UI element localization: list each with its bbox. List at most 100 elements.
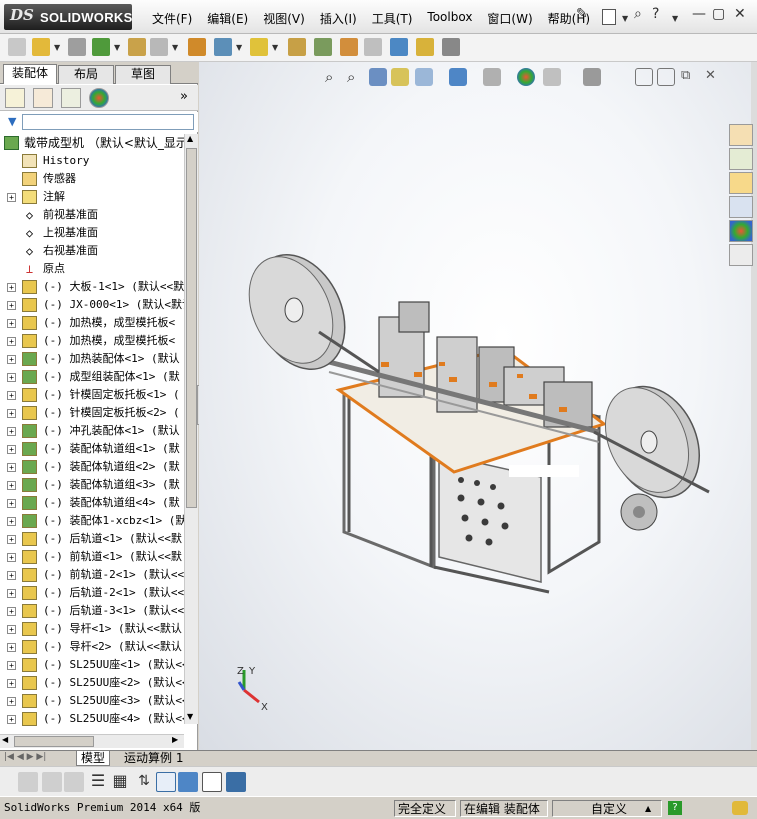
expand-icon[interactable]: +: [7, 193, 16, 202]
expand-icon[interactable]: +: [7, 517, 16, 526]
tree-item[interactable]: ⊥ 原点: [0, 260, 184, 278]
tree-item[interactable]: + (-) 装配体轨道组<4> (默: [0, 494, 184, 512]
scroll-thumb[interactable]: [186, 148, 197, 508]
expand-icon[interactable]: +: [7, 661, 16, 670]
solidworks-resources-icon[interactable]: [729, 124, 753, 146]
tree-item[interactable]: ◇ 上视基准面: [0, 224, 184, 242]
menu-toolbox[interactable]: Toolbox: [427, 10, 472, 27]
chevron-down-icon[interactable]: ▼: [622, 14, 628, 23]
minimize-button[interactable]: —: [692, 6, 706, 22]
expand-icon[interactable]: +: [7, 571, 16, 580]
menu-edit[interactable]: 编辑(E): [207, 10, 248, 27]
expand-icon[interactable]: +: [7, 427, 16, 436]
mate-icon[interactable]: [68, 38, 86, 56]
chevron-down-icon[interactable]: ▼: [172, 43, 178, 52]
tree-item[interactable]: ◇ 右视基准面: [0, 242, 184, 260]
tab-model[interactable]: 模型: [76, 751, 111, 766]
chevron-down-icon[interactable]: ▼: [272, 43, 278, 52]
menu-window[interactable]: 窗口(W): [487, 10, 532, 27]
expand-icon[interactable]: +: [7, 697, 16, 706]
tree-item[interactable]: + (-) 加热模，成型模托板<: [0, 314, 184, 332]
expand-icon[interactable]: +: [7, 337, 16, 346]
search-help-icon[interactable]: ⌕: [634, 6, 642, 22]
bill-of-materials-icon[interactable]: [314, 38, 332, 56]
tab-motion-study[interactable]: 运动算例 1: [120, 751, 187, 766]
more-tabs-icon[interactable]: »: [180, 89, 188, 104]
edit-component-icon[interactable]: [8, 38, 26, 56]
tree-item[interactable]: + (-) 后轨道-3<1> (默认<<: [0, 602, 184, 620]
expand-icon[interactable]: +: [7, 481, 16, 490]
tree-item[interactable]: + (-) 装配体轨道组<2> (默: [0, 458, 184, 476]
configuration-manager-icon[interactable]: [61, 88, 81, 108]
tree-item[interactable]: + (-) 冲孔装配体<1> (默认: [0, 422, 184, 440]
tree-item[interactable]: ◇ 前视基准面: [0, 206, 184, 224]
tree-item[interactable]: + (-) 成型组装配体<1> (默: [0, 368, 184, 386]
show-hidden-icon[interactable]: [188, 38, 206, 56]
tree-item[interactable]: + (-) JX-000<1> (默认<默认: [0, 296, 184, 314]
tab-scroll-arrows-icon[interactable]: |◀ ◀ ▶ ▶|: [4, 752, 46, 762]
tree-item[interactable]: + (-) 加热装配体<1> (默认: [0, 350, 184, 368]
display-manager-icon[interactable]: [89, 88, 109, 108]
assembly-features-icon[interactable]: [214, 38, 232, 56]
insert-components-icon[interactable]: [32, 38, 50, 56]
solidworks-logo[interactable]: DS SOLIDWORKS: [4, 4, 132, 30]
exploded-view-icon[interactable]: [340, 38, 358, 56]
feature-manager-icon[interactable]: [5, 88, 25, 108]
restore-button[interactable]: ▢: [712, 6, 725, 22]
help-icon[interactable]: ?: [668, 801, 682, 815]
tree-item[interactable]: + (-) 针模固定板托板<2> (: [0, 404, 184, 422]
explode-line-sketch-icon[interactable]: [364, 38, 382, 56]
expand-icon[interactable]: +: [7, 355, 16, 364]
expand-icon[interactable]: +: [7, 445, 16, 454]
chart-view-icon[interactable]: [156, 772, 176, 792]
tree-item[interactable]: + (-) 装配体轨道组<1> (默: [0, 440, 184, 458]
scroll-right-icon[interactable]: ▶: [172, 735, 178, 744]
expand-icon[interactable]: +: [7, 715, 16, 724]
interference-detection-icon[interactable]: [390, 38, 408, 56]
tree-item[interactable]: History: [0, 152, 184, 170]
filter-icon[interactable]: ▼: [8, 115, 16, 128]
expand-icon[interactable]: +: [7, 301, 16, 310]
help-icon[interactable]: ?: [652, 6, 659, 22]
tree-item[interactable]: + (-) SL25UU座<4> (默认<<: [0, 710, 184, 728]
expand-icon[interactable]: +: [7, 679, 16, 688]
list-icon[interactable]: ☰: [88, 772, 108, 792]
instant3d-icon[interactable]: [416, 38, 434, 56]
smart-fasteners-icon[interactable]: [128, 38, 146, 56]
menu-tools[interactable]: 工具(T): [372, 10, 413, 27]
view-palette-icon[interactable]: [729, 196, 753, 218]
chevron-down-icon[interactable]: ▼: [672, 14, 678, 23]
design-library-icon[interactable]: [729, 148, 753, 170]
tag-icon[interactable]: [732, 801, 748, 815]
expand-icon[interactable]: +: [7, 499, 16, 508]
menu-view[interactable]: 视图(V): [263, 10, 305, 27]
expand-icon[interactable]: +: [7, 409, 16, 418]
tab-sketch[interactable]: 草图: [115, 65, 171, 84]
chevron-down-icon[interactable]: ▼: [54, 43, 60, 52]
tree-item[interactable]: + (-) SL25UU座<1> (默认<<: [0, 656, 184, 674]
tree-vertical-scrollbar[interactable]: ▲ ▼: [184, 134, 198, 724]
menu-file[interactable]: 文件(F): [152, 10, 192, 27]
box-display-icon[interactable]: [178, 772, 198, 792]
tree-item[interactable]: + (-) 针模固定板托板<1> (: [0, 386, 184, 404]
move-component-icon[interactable]: [150, 38, 168, 56]
scroll-left-icon[interactable]: ◀: [2, 735, 8, 744]
expand-icon[interactable]: +: [7, 391, 16, 400]
tree-item[interactable]: + (-) SL25UU座<3> (默认<<: [0, 692, 184, 710]
expand-icon[interactable]: +: [7, 607, 16, 616]
graphics-area[interactable]: ⌕ ⌕ ⧉ ✕ Z Y X: [199, 62, 751, 750]
expand-icon[interactable]: +: [7, 535, 16, 544]
tree-item[interactable]: + (-) 装配体1-xcbz<1> (默: [0, 512, 184, 530]
tree-item[interactable]: + (-) 加热模，成型模托板<: [0, 332, 184, 350]
expand-icon[interactable]: +: [7, 283, 16, 292]
chevron-down-icon[interactable]: ▼: [114, 43, 120, 52]
tree-item[interactable]: + (-) 装配体轨道组<3> (默: [0, 476, 184, 494]
tree-item[interactable]: + (-) 后轨道-2<1> (默认<<: [0, 584, 184, 602]
menu-insert[interactable]: 插入(I): [320, 10, 357, 27]
new-motion-study-icon[interactable]: [288, 38, 306, 56]
tab-assembly[interactable]: 装配体: [3, 64, 57, 84]
expand-icon[interactable]: +: [7, 643, 16, 652]
scroll-up-icon[interactable]: ▲: [187, 134, 193, 143]
reference-geometry-icon[interactable]: [250, 38, 268, 56]
appearances-icon[interactable]: [729, 220, 753, 242]
